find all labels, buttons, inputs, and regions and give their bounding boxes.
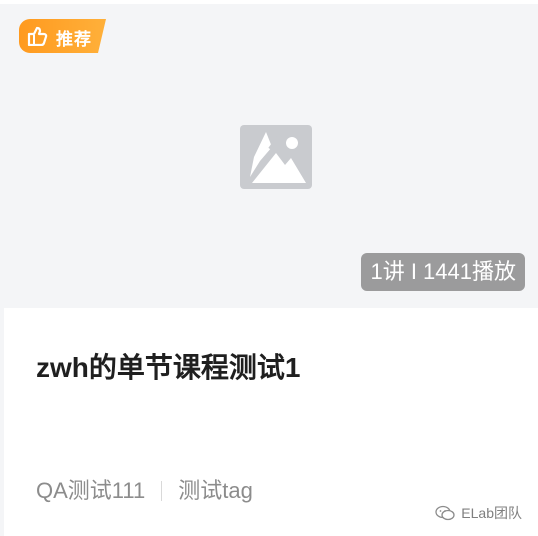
course-stats: 1讲 I 1441播放 [361, 253, 525, 291]
watermark-text: ELab团队 [461, 505, 522, 521]
tag-divider [161, 481, 163, 501]
tag-item: 测试tag [178, 478, 253, 503]
recommend-badge: 推荐 [18, 18, 108, 54]
source-watermark: ELab团队 [435, 503, 522, 523]
course-cover[interactable]: 推荐 1讲 I 1441播放 [4, 4, 538, 308]
course-card[interactable]: 推荐 1讲 I 1441播放 zwh的单节课程测试1 QA测试111 测试tag … [0, 0, 538, 536]
badge-label: 推荐 [56, 30, 92, 49]
course-tags: QA测试111 测试tag [36, 473, 253, 505]
image-placeholder-icon [240, 125, 312, 189]
recommend-icon [27, 26, 48, 46]
wechat-icon [435, 505, 455, 521]
tag-item: QA测试111 [36, 478, 146, 503]
course-title[interactable]: zwh的单节课程测试1 [36, 346, 300, 386]
